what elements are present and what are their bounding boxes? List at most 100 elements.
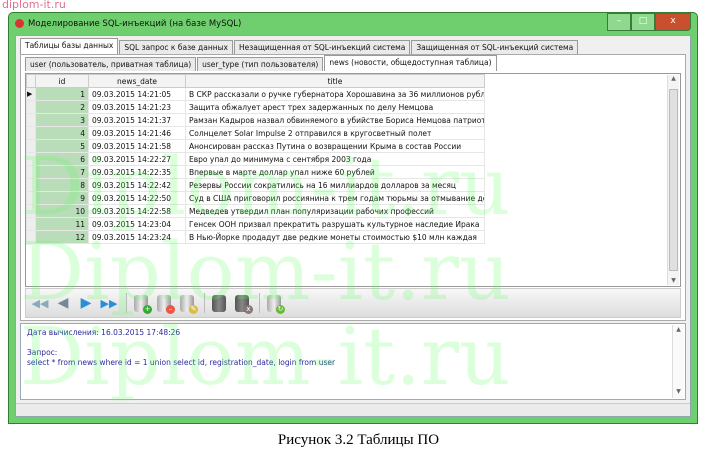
cell-news-date[interactable]: 09.03.2015 14:21:58 <box>88 139 186 153</box>
tab-sql-query[interactable]: SQL запрос к базе данных <box>119 40 234 54</box>
row-indicator[interactable] <box>26 126 36 140</box>
status-bar <box>16 403 690 416</box>
toolbar-separator <box>259 293 260 313</box>
row-indicator[interactable] <box>26 217 36 231</box>
cell-id[interactable]: 12 <box>35 230 89 244</box>
log-vertical-scrollbar[interactable]: ▲ ▼ <box>672 325 684 398</box>
last-record-button[interactable]: ▶▶ <box>99 293 119 313</box>
grid-vertical-scrollbar[interactable]: ▲ ▼ <box>667 75 679 285</box>
table-row[interactable]: ▶ 1 09.03.2015 14:21:05 В СКР рассказали о … <box>26 87 485 101</box>
table-row[interactable]: 12 09.03.2015 14:23:24 В Нью-Йорке продаду… <box>26 230 485 244</box>
cell-title[interactable]: В Нью-Йорке продадут две редкие монеты с… <box>185 230 485 244</box>
maximize-button[interactable]: □ <box>631 13 655 31</box>
edit-record-button[interactable]: ✎ <box>177 293 198 314</box>
cell-title[interactable]: Рамзан Кадыров назвал обвиняемого в убий… <box>185 113 485 127</box>
table-row[interactable]: 7 09.03.2015 14:22:35 Впервые в марте долл… <box>26 165 485 179</box>
cell-id[interactable]: 4 <box>35 126 89 140</box>
cell-news-date[interactable]: 09.03.2015 14:22:42 <box>88 178 186 192</box>
db-cancel-icon: x <box>235 294 253 314</box>
cell-id[interactable]: 7 <box>35 165 89 179</box>
row-indicator[interactable] <box>26 204 36 218</box>
log-memo[interactable]: Дата вычисления: 16.03.2015 17:48:26 Зап… <box>20 323 686 400</box>
table-row[interactable]: 9 09.03.2015 14:22:50 Суд в США приговорил… <box>26 191 485 205</box>
table-row[interactable]: 5 09.03.2015 14:21:58 Анонсирован рассказ … <box>26 139 485 153</box>
row-indicator[interactable] <box>26 152 36 166</box>
subtab-news[interactable]: news (новости, общедоступная таблица) <box>324 55 497 71</box>
subtab-user[interactable]: user (пользователь, приватная таблица) <box>25 57 197 71</box>
column-header-title[interactable]: title <box>185 74 485 88</box>
cell-title[interactable]: Медведев утвердил план популяризации раб… <box>185 204 485 218</box>
row-indicator[interactable] <box>26 165 36 179</box>
cell-news-date[interactable]: 09.03.2015 14:21:05 <box>88 87 186 101</box>
tab-db-tables[interactable]: Таблицы базы данных <box>20 38 119 54</box>
subtab-user-type[interactable]: user_type (тип пользователя) <box>197 57 324 71</box>
cell-news-date[interactable]: 09.03.2015 14:22:58 <box>88 204 186 218</box>
cell-news-date[interactable]: 09.03.2015 14:21:23 <box>88 100 186 114</box>
cell-news-date[interactable]: 09.03.2015 14:22:35 <box>88 165 186 179</box>
cell-id[interactable]: 11 <box>35 217 89 231</box>
scrollbar-thumb[interactable] <box>669 89 678 271</box>
table-row[interactable]: 6 09.03.2015 14:22:27 Евро упал до минимум… <box>26 152 485 166</box>
cell-title[interactable]: Евро упал до минимума с сентября 2003 го… <box>185 152 485 166</box>
cell-news-date[interactable]: 09.03.2015 14:23:04 <box>88 217 186 231</box>
cell-title[interactable]: Генсек ООН призвал прекратить разрушать … <box>185 217 485 231</box>
db-delete-icon: – <box>157 294 175 314</box>
cell-news-date[interactable]: 09.03.2015 14:21:37 <box>88 113 186 127</box>
insert-record-button[interactable]: + <box>131 293 152 314</box>
column-header-news-date[interactable]: news_date <box>88 74 186 88</box>
cell-title[interactable]: Защита обжалует арест трех задержанных п… <box>185 100 485 114</box>
cell-title[interactable]: Солнцелет Solar Impulse 2 отправился в к… <box>185 126 485 140</box>
cell-news-date[interactable]: 09.03.2015 14:22:27 <box>88 152 186 166</box>
cell-news-date[interactable]: 09.03.2015 14:22:50 <box>88 191 186 205</box>
table-row[interactable]: 8 09.03.2015 14:22:42 Резервы России сокра… <box>26 178 485 192</box>
table-row[interactable]: 4 09.03.2015 14:21:46 Солнцелет Solar Impu… <box>26 126 485 140</box>
cell-title[interactable]: В СКР рассказали о ручке губернатора Хор… <box>185 87 485 101</box>
cell-title[interactable]: Анонсирован рассказ Путина о возвращении… <box>185 139 485 153</box>
tab-unprotected[interactable]: Незащищенная от SQL-инъекций система <box>234 40 411 54</box>
cell-id[interactable]: 5 <box>35 139 89 153</box>
row-indicator[interactable] <box>26 113 36 127</box>
close-button[interactable]: x <box>655 13 691 31</box>
post-button[interactable] <box>209 293 229 313</box>
next-record-button[interactable]: ▶ <box>76 293 96 313</box>
row-indicator[interactable]: ▶ <box>26 87 36 101</box>
delete-record-button[interactable]: – <box>154 293 175 314</box>
cell-title[interactable]: Суд в США приговорил россиянина к трем г… <box>185 191 485 205</box>
toolbar-separator <box>126 293 127 313</box>
table-row[interactable]: 2 09.03.2015 14:21:23 Защита обжалует арес… <box>26 100 485 114</box>
cell-id[interactable]: 6 <box>35 152 89 166</box>
row-indicator[interactable] <box>26 100 36 114</box>
watermark-small: diplom-it.ru <box>2 0 66 11</box>
prior-record-button[interactable]: ◀ <box>53 293 73 313</box>
cell-news-date[interactable]: 09.03.2015 14:23:24 <box>88 230 186 244</box>
app-icon <box>15 19 24 28</box>
minimize-button[interactable]: – <box>607 13 631 31</box>
tab-protected[interactable]: Защищенная от SQL-инъекций система <box>411 40 579 54</box>
row-indicator[interactable] <box>26 139 36 153</box>
first-record-button[interactable]: ◀◀ <box>30 293 50 313</box>
news-grid[interactable]: id news_date title ▶ 1 09.03.2015 14:21:05… <box>25 73 681 287</box>
cell-id[interactable]: 10 <box>35 204 89 218</box>
row-indicator[interactable] <box>26 191 36 205</box>
client-area: Таблицы базы данных SQL запрос к базе да… <box>15 35 691 417</box>
query-label: Запрос: <box>27 348 58 357</box>
cell-id[interactable]: 2 <box>35 100 89 114</box>
cell-news-date[interactable]: 09.03.2015 14:21:46 <box>88 126 186 140</box>
cell-title[interactable]: Резервы России сократились на 16 миллиар… <box>185 178 485 192</box>
table-row[interactable]: 10 09.03.2015 14:22:58 Медведев утвердил п… <box>26 204 485 218</box>
cell-title[interactable]: Впервые в марте доллар упал ниже 60 рубл… <box>185 165 485 179</box>
cell-id[interactable]: 8 <box>35 178 89 192</box>
column-header-id[interactable]: id <box>35 74 89 88</box>
window-title-text: Моделирование SQL-инъекций (на базе MySQ… <box>28 19 242 29</box>
cell-id[interactable]: 3 <box>35 113 89 127</box>
refresh-button[interactable]: ↻ <box>264 293 285 314</box>
tables-panel: user (пользователь, приватная таблица) u… <box>20 54 686 321</box>
table-row[interactable]: 11 09.03.2015 14:23:04 Генсек ООН призвал … <box>26 217 485 231</box>
row-indicator[interactable] <box>26 230 36 244</box>
cancel-button[interactable]: x <box>232 293 253 314</box>
table-row[interactable]: 3 09.03.2015 14:21:37 Рамзан Кадыров назва… <box>26 113 485 127</box>
row-indicator[interactable] <box>26 178 36 192</box>
cell-id[interactable]: 1 <box>35 87 89 101</box>
row-indicator-header <box>26 74 36 88</box>
cell-id[interactable]: 9 <box>35 191 89 205</box>
